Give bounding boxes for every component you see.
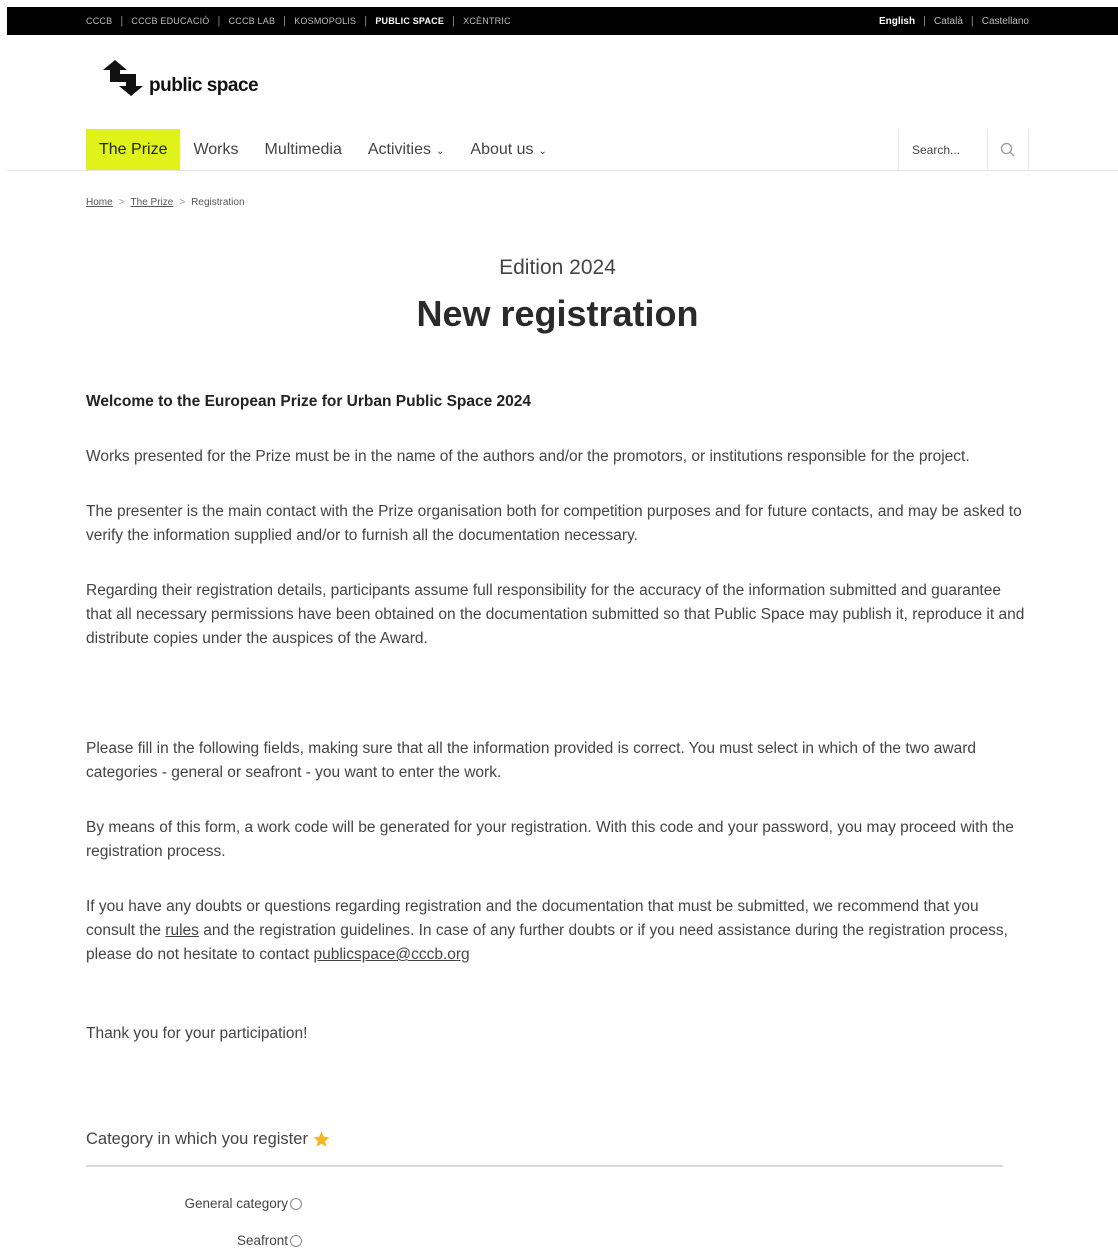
category-field-label: Category in which you register [86, 1130, 331, 1149]
site-links: CCCB | CCCB EDUCACIÓ | CCCB LAB | KOSMOP… [86, 7, 511, 35]
radio-seafront[interactable]: Seafront [237, 1233, 302, 1248]
separator: | [970, 15, 974, 27]
nav-item-label: About us [470, 140, 534, 158]
contact-email-link[interactable]: publicspace@cccb.org [314, 946, 470, 963]
nav-item-activities[interactable]: Activities ⌄ [355, 129, 458, 170]
instructions-paragraph-2: By means of this form, a work code will … [86, 819, 1014, 860]
radio-general-category[interactable]: General category [184, 1196, 302, 1211]
language-catala[interactable]: Català [934, 16, 963, 27]
instructions-paragraph-1: Please fill in the following fields, mak… [86, 740, 976, 781]
language-castellano[interactable]: Castellano [982, 16, 1029, 27]
nav-item-label: Works [193, 140, 239, 158]
separator: | [452, 15, 456, 27]
main-nav: The Prize Works Multimedia Activities ⌄ … [86, 129, 560, 170]
logo-text: public space [149, 75, 259, 96]
site-link-xcentric[interactable]: XCÈNTRIC [463, 16, 511, 26]
breadcrumb: Home > The Prize > Registration [86, 197, 245, 208]
separator: | [120, 15, 124, 27]
nav-item-the-prize[interactable]: The Prize [86, 129, 181, 170]
category-divider [86, 1165, 1003, 1167]
arrows-logo-icon [103, 60, 143, 96]
edition-heading: Edition 2024 [499, 256, 616, 279]
intro-paragraph-2: The presenter is the main contact with t… [86, 503, 1022, 544]
chevron-down-icon: ⌄ [538, 146, 547, 157]
separator: | [217, 15, 221, 27]
nav-item-works[interactable]: Works [180, 129, 251, 170]
breadcrumb-current: Registration [191, 197, 245, 208]
nav-divider [7, 170, 1118, 171]
search-icon [1001, 142, 1015, 157]
search-input[interactable] [899, 134, 987, 165]
search-box [898, 129, 1029, 170]
thanks-text: Thank you for your participation! [86, 1025, 308, 1042]
breadcrumb-home[interactable]: Home [86, 197, 113, 208]
radio-label: Seafront [236, 1233, 288, 1248]
star-icon [313, 1131, 330, 1147]
language-switcher: English | Català | Castellano [879, 7, 1029, 35]
separator: | [283, 15, 287, 27]
nav-item-about-us[interactable]: About us ⌄ [457, 129, 560, 170]
nav-item-label: Multimedia [264, 140, 342, 158]
nav-item-label: Activities [367, 140, 431, 158]
chevron-down-icon: ⌄ [436, 146, 445, 157]
top-bar: CCCB | CCCB EDUCACIÓ | CCCB LAB | KOSMOP… [7, 7, 1118, 35]
rules-link[interactable]: rules [165, 922, 199, 939]
welcome-heading: Welcome to the European Prize for Urban … [86, 393, 532, 410]
radio-label: General category [184, 1196, 288, 1211]
help-text-middle: and the registration guidelines. In case… [86, 922, 1008, 963]
breadcrumb-the-prize[interactable]: The Prize [131, 197, 174, 208]
site-logo[interactable]: public space [101, 58, 259, 98]
search-button[interactable] [988, 129, 1028, 170]
site-link-kosmopolis[interactable]: KOSMOPOLIS [294, 16, 356, 26]
separator: | [364, 15, 368, 27]
site-link-public-space[interactable]: PUBLIC SPACE [375, 16, 444, 26]
intro-paragraph-1: Works presented for the Prize must be in… [86, 448, 970, 465]
breadcrumb-separator: > [118, 197, 125, 208]
nav-item-label: The Prize [99, 140, 168, 158]
separator: | [923, 15, 926, 27]
category-label-text: Category in which you register [86, 1130, 308, 1148]
radio-button[interactable] [290, 1234, 302, 1247]
site-link-cccb-educacio[interactable]: CCCB EDUCACIÓ [131, 16, 209, 26]
site-link-cccb-lab[interactable]: CCCB LAB [229, 16, 276, 26]
breadcrumb-separator: > [179, 197, 186, 208]
page-title: New registration [416, 293, 699, 334]
nav-item-multimedia[interactable]: Multimedia [252, 129, 355, 170]
site-link-cccb[interactable]: CCCB [86, 16, 112, 26]
radio-button[interactable] [290, 1197, 302, 1210]
help-paragraph: If you have any doubts or questions rega… [86, 895, 1031, 967]
intro-paragraph-3: Regarding their registration details, pa… [86, 582, 1025, 647]
language-english[interactable]: English [879, 16, 915, 27]
